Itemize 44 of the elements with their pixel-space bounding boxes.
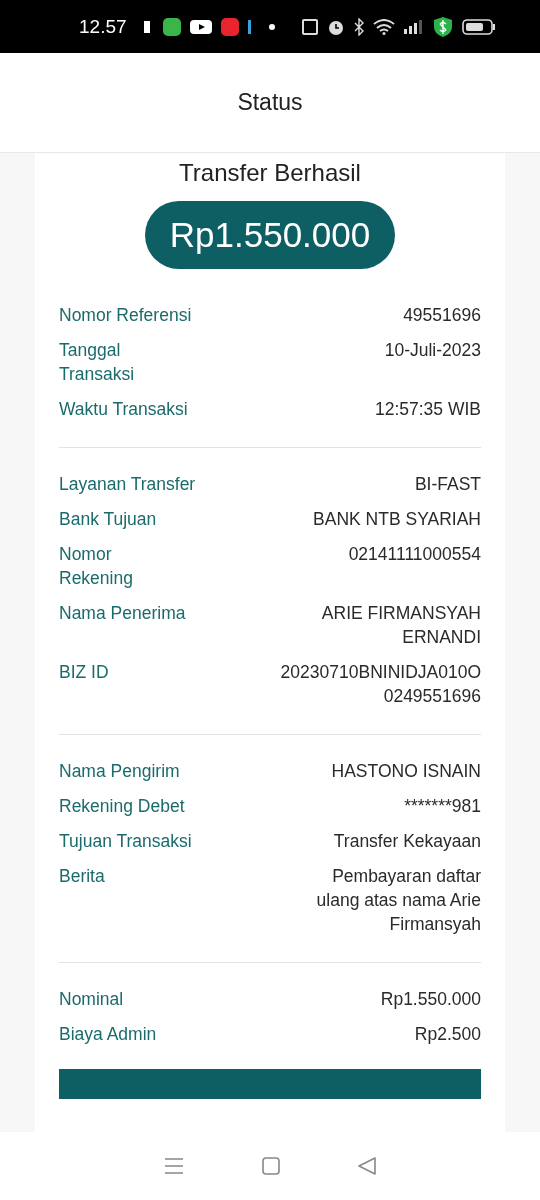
field-value: 20230710BNINIDJA010O 0249551696 (280, 661, 481, 708)
video-app-icon (189, 18, 212, 35)
field-label: Nomor Rekening (59, 543, 133, 590)
clock-time: 12.57 (79, 15, 127, 38)
field-label: Nomor Referensi (59, 304, 192, 327)
field-value: *******981 (404, 795, 481, 818)
field-label: Rekening Debet (59, 795, 185, 818)
field-value: HASTONO ISNAIN (331, 760, 481, 783)
signal-icon (404, 19, 424, 34)
field-label: Bank Tujuan (59, 508, 157, 531)
field-value: 49551696 (403, 304, 481, 327)
wifi-icon (373, 18, 395, 35)
field-label: Berita (59, 865, 105, 888)
field-value: ARIE FIRMANSYAH ERNANDI (321, 602, 481, 649)
amount-badge: Rp1.550.000 (145, 201, 395, 269)
notification-dot-icon (268, 23, 275, 30)
chat-app-icon (162, 17, 181, 36)
field-label: Tujuan Transaksi (59, 830, 192, 853)
shield-icon (433, 15, 453, 38)
field-value: BI-FAST (414, 473, 481, 496)
field-label: Nama Penerima (59, 602, 186, 625)
field-value: Rp2.500 (414, 1023, 481, 1046)
field-label: Waktu Transaksi (59, 398, 188, 421)
field-value: 02141111000554 (348, 543, 481, 566)
battery-icon (462, 17, 496, 36)
home-icon[interactable] (262, 1157, 280, 1175)
field-value: Rp1.550.000 (380, 988, 481, 1011)
page-title: Status (237, 89, 303, 116)
bluetooth-icon (354, 17, 364, 36)
field-value: 10-Juli-2023 (384, 339, 481, 362)
field-label: Nama Pengirim (59, 760, 180, 783)
field-label: Nominal (59, 988, 124, 1011)
field-value: Pembayaran daftar ulang atas nama Arie Firmansyah (316, 865, 481, 936)
field-value: BANK NTB SYARIAH (313, 508, 481, 531)
field-value: 12:57:35 WIB (374, 398, 481, 421)
field-value: Transfer Kekayaan (333, 830, 481, 853)
menu-icon[interactable] (164, 1157, 184, 1175)
field-label: Layanan Transfer (59, 473, 196, 496)
field-label: Biaya Admin (59, 1023, 157, 1046)
nfc-icon (302, 18, 318, 35)
back-icon[interactable] (358, 1157, 376, 1175)
field-label: BIZ ID (59, 661, 109, 684)
field-label: Tanggal Transaksi (59, 339, 135, 386)
status-heading: Transfer Berhasil (178, 159, 362, 187)
